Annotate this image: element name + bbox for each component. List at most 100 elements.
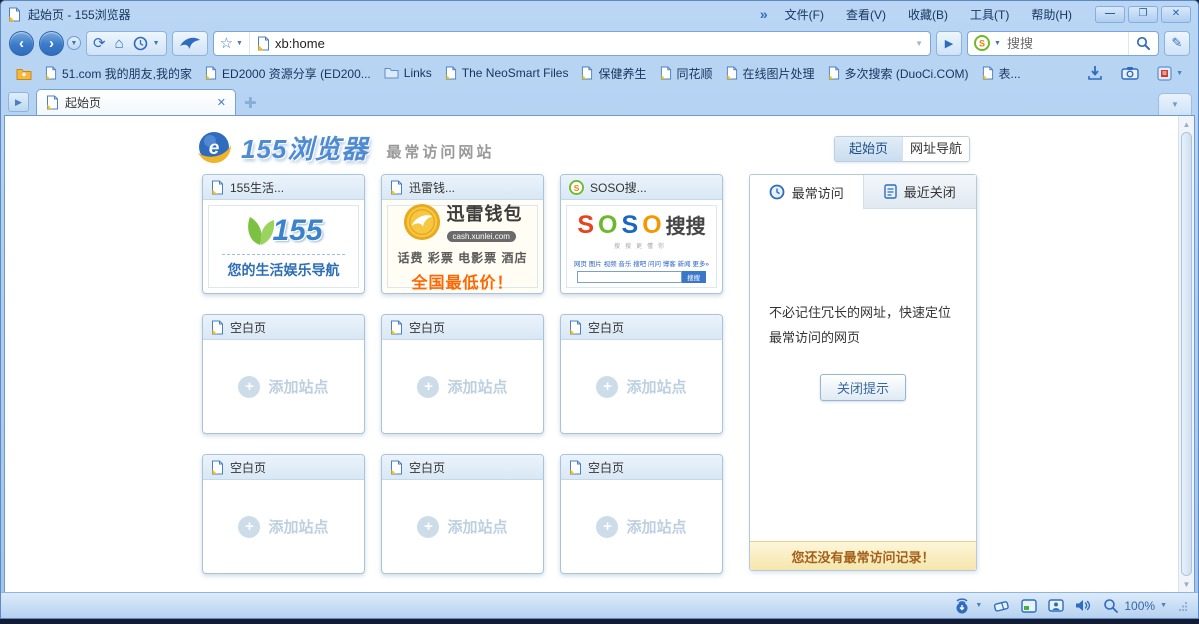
- tile-title: 空白页: [230, 459, 266, 476]
- folder-icon: [384, 67, 399, 79]
- back-button[interactable]: ‹: [9, 31, 34, 56]
- bookmark-item[interactable]: 保健养生: [575, 62, 652, 85]
- empty-site-tile[interactable]: 空白页 + 添加站点: [381, 454, 544, 574]
- quick-launch-button[interactable]: [172, 31, 208, 56]
- tab-close-button[interactable]: ✕: [217, 96, 226, 109]
- tile-thumbnail: 迅雷钱包 cash.xunlei.com 话费 彩票 电影票 酒店 全国最低价！: [387, 205, 538, 288]
- site-tile-soso[interactable]: S SOSO搜... SOSO 搜搜 搜搜更懂你 网页 图片 视频 音乐 搜吧 …: [560, 174, 723, 294]
- chevron-down-icon: ▼: [1171, 100, 1179, 109]
- bookmark-label: 保健养生: [598, 65, 646, 82]
- new-tab-button[interactable]: ✚: [244, 96, 257, 111]
- bookmark-item[interactable]: The NeoSmart Files: [439, 63, 575, 83]
- view-tab-navigation[interactable]: 网址导航: [902, 137, 969, 161]
- tab-start-page[interactable]: 起始页 ✕: [36, 89, 236, 115]
- edit-search-button[interactable]: ✎: [1164, 31, 1190, 56]
- close-button[interactable]: ✕: [1161, 6, 1191, 23]
- layout-icon[interactable]: [1021, 599, 1037, 613]
- tab-overflow-button[interactable]: ▼: [1158, 93, 1192, 115]
- view-tab-start[interactable]: 起始页: [835, 137, 902, 161]
- address-dropdown-button[interactable]: ▼: [908, 39, 930, 48]
- add-site-label: 添加站点: [626, 516, 686, 537]
- add-site-button[interactable]: + 添加站点: [561, 480, 722, 573]
- refresh-button[interactable]: ⟳: [93, 36, 106, 51]
- scroll-up-button[interactable]: ▲: [1179, 116, 1194, 132]
- svg-text:S: S: [574, 182, 580, 192]
- bookmark-item[interactable]: ED2000 资源分享 (ED200...: [199, 62, 377, 85]
- menu-help[interactable]: 帮助(H): [1020, 3, 1083, 26]
- panel-tab-most-visited[interactable]: 最常访问: [750, 175, 864, 209]
- home-button[interactable]: ⌂: [115, 36, 124, 51]
- add-site-button[interactable]: + 添加站点: [561, 340, 722, 433]
- zoom-control[interactable]: 100% ▼: [1103, 598, 1167, 614]
- page-icon: [390, 320, 403, 335]
- chevron-down-icon[interactable]: ▼: [153, 40, 160, 47]
- address-input[interactable]: [275, 36, 908, 51]
- search-engine-button[interactable]: S ▼: [968, 32, 1007, 55]
- add-site-button[interactable]: + 添加站点: [203, 340, 364, 433]
- apps-menu-button[interactable]: ▼: [1157, 66, 1183, 81]
- page-icon: [8, 7, 21, 22]
- add-site-button[interactable]: + 添加站点: [203, 480, 364, 573]
- forward-icon: ›: [49, 36, 54, 51]
- bookmark-item[interactable]: 51.com 我的朋友,我的家: [39, 62, 198, 85]
- plus-icon: +: [596, 516, 618, 538]
- scrollbar-thumb[interactable]: [1181, 132, 1192, 576]
- empty-site-tile[interactable]: 空白页 + 添加站点: [202, 314, 365, 434]
- download-manager-button[interactable]: ▼: [953, 597, 982, 614]
- zoom-magnifier-icon: [1103, 598, 1119, 614]
- panel-tab-recently-closed[interactable]: 最近关闭: [864, 175, 977, 209]
- empty-site-tile[interactable]: 空白页 + 添加站点: [560, 314, 723, 434]
- plus-icon: +: [596, 376, 618, 398]
- empty-site-tile[interactable]: 空白页 + 添加站点: [381, 314, 544, 434]
- bookmark-item[interactable]: 多次搜索 (DuoCi.COM): [822, 62, 975, 85]
- toolbar-overflow-icon[interactable]: »: [760, 6, 768, 22]
- page-icon: [569, 460, 582, 475]
- forward-button[interactable]: ›: [39, 31, 64, 56]
- xunlei-wallet-url: cash.xunlei.com: [447, 231, 516, 242]
- menu-file[interactable]: 文件(F): [774, 3, 835, 26]
- eraser-icon[interactable]: [993, 599, 1010, 613]
- address-bar: ☆ ▼ ▼: [213, 31, 931, 56]
- add-favorites-button[interactable]: [10, 64, 38, 83]
- xunlei-promo: 全国最低价！: [411, 269, 513, 293]
- favorites-button[interactable]: ☆ ▼: [214, 32, 250, 55]
- maximize-button[interactable]: ❐: [1128, 6, 1158, 23]
- bookmark-item[interactable]: 同花顺: [654, 62, 719, 85]
- bookmark-folder[interactable]: Links: [378, 63, 438, 83]
- page-icon: [660, 66, 672, 80]
- scroll-down-button[interactable]: ▼: [1179, 576, 1194, 592]
- menu-tools[interactable]: 工具(T): [959, 3, 1020, 26]
- window-title: 起始页 - 155浏览器: [28, 6, 131, 23]
- tile-title: 空白页: [588, 319, 624, 336]
- empty-site-tile[interactable]: 空白页 + 添加站点: [560, 454, 723, 574]
- page-header: e 155浏览器 最常访问网站: [195, 128, 494, 166]
- history-dropdown-button[interactable]: ▼: [67, 36, 81, 50]
- page-icon: [211, 460, 224, 475]
- compatibility-icon[interactable]: [1048, 598, 1064, 613]
- site-tile-xunlei[interactable]: 迅雷钱...: [381, 174, 544, 294]
- resize-grip[interactable]: [1178, 601, 1188, 611]
- go-icon: ▶: [945, 37, 953, 50]
- bookmark-item[interactable]: 在线图片处理: [720, 62, 821, 85]
- screenshot-camera-icon[interactable]: [1121, 66, 1139, 80]
- search-button[interactable]: [1128, 32, 1158, 55]
- minimize-button[interactable]: —: [1095, 6, 1125, 23]
- menu-favorites[interactable]: 收藏(B): [897, 3, 959, 26]
- download-icon[interactable]: [1087, 65, 1103, 81]
- add-site-button[interactable]: + 添加站点: [382, 340, 543, 433]
- history-clock-icon[interactable]: [133, 36, 148, 51]
- browser-window: 起始页 - 155浏览器 » 文件(F) 查看(V) 收藏(B) 工具(T) 帮…: [0, 0, 1199, 619]
- bookmark-item[interactable]: 表...: [976, 62, 1027, 85]
- site-tile-155[interactable]: 155生活... 155 您的生活娱乐导航: [202, 174, 365, 294]
- close-hint-button[interactable]: 关闭提示: [820, 374, 906, 401]
- add-site-button[interactable]: + 添加站点: [382, 480, 543, 573]
- go-button[interactable]: ▶: [936, 31, 962, 56]
- tab-list-button[interactable]: ▶: [8, 92, 29, 112]
- search-input[interactable]: [1007, 36, 1128, 51]
- plus-icon: +: [238, 376, 260, 398]
- close-icon: ✕: [1172, 9, 1180, 19]
- menu-view[interactable]: 查看(V): [835, 3, 897, 26]
- empty-site-tile[interactable]: 空白页 + 添加站点: [202, 454, 365, 574]
- page-scrollbar[interactable]: ▲ ▼: [1178, 116, 1194, 592]
- volume-icon[interactable]: [1075, 598, 1092, 613]
